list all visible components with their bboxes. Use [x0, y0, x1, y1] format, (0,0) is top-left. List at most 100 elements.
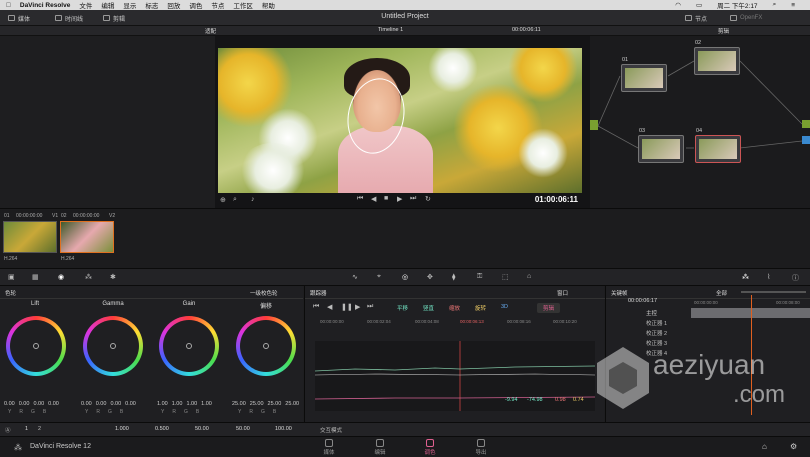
wifi-icon[interactable]: ◠: [675, 1, 681, 9]
gain-wheel-handle[interactable]: [186, 343, 192, 349]
check-zoom[interactable]: 缩放: [449, 304, 460, 312]
skip-end-icon[interactable]: ⏭: [410, 195, 416, 203]
lift-g[interactable]: 0.00: [33, 401, 44, 407]
menu-help[interactable]: 帮助: [262, 0, 275, 10]
deliver-page-tab[interactable]: 导出: [466, 439, 496, 456]
track-backward-icon[interactable]: ⏮: [313, 303, 319, 311]
interactive-mode-toggle[interactable]: 交互模式: [320, 426, 342, 434]
sizing-icon[interactable]: ⬚: [502, 273, 509, 281]
contrast-value[interactable]: 1.000: [115, 426, 129, 432]
media-page-tab[interactable]: 媒体: [314, 439, 344, 456]
offset-b[interactable]: 25.00: [285, 401, 299, 407]
battery-icon[interactable]: ▭: [696, 1, 702, 9]
play-reverse-icon[interactable]: ◀: [371, 195, 376, 203]
track-forward-icon[interactable]: ▶: [355, 303, 360, 311]
openfx-button[interactable]: OpenFX: [730, 10, 762, 26]
check-pan[interactable]: 平移: [397, 304, 408, 312]
lum-mix-value[interactable]: 100.00: [275, 426, 292, 432]
lift-r[interactable]: 0.00: [19, 401, 30, 407]
timeline-button[interactable]: 时间线: [55, 10, 83, 26]
fit-dropdown[interactable]: 适配: [205, 27, 216, 35]
video-frame[interactable]: [218, 48, 582, 193]
color-page-tab[interactable]: 调色: [415, 439, 445, 456]
tracker-graph[interactable]: -9.94 -74.98 0.98 0.74: [314, 341, 596, 411]
loop-icon[interactable]: ↻: [425, 195, 431, 203]
node-output-1[interactable]: [802, 120, 810, 128]
lift-b[interactable]: 0.00: [48, 401, 59, 407]
lift-y[interactable]: 0.00: [4, 401, 15, 407]
offset-wheel[interactable]: [236, 316, 296, 376]
wheels-mode-dropdown[interactable]: 一级校色轮: [250, 289, 278, 297]
clip-mode-button[interactable]: 剪辑: [537, 303, 561, 313]
gamma-y[interactable]: 0.00: [81, 401, 92, 407]
offset-y[interactable]: 25.00: [232, 401, 246, 407]
node-input[interactable]: [590, 120, 598, 130]
gain-wheel[interactable]: [159, 316, 219, 376]
camera-raw-icon[interactable]: ▣: [8, 273, 15, 281]
auto-balance-icon[interactable]: Ⓐ: [5, 426, 11, 434]
color-wheels-icon[interactable]: ◉: [58, 273, 64, 281]
node-01[interactable]: 01: [621, 57, 667, 92]
offset-wheel-handle[interactable]: [263, 343, 269, 349]
3d-icon[interactable]: ⌂: [527, 273, 531, 280]
row-corrector-3[interactable]: 校正器 3: [646, 339, 667, 347]
gamma-b[interactable]: 0.00: [125, 401, 136, 407]
gamma-g[interactable]: 0.00: [110, 401, 121, 407]
menu-edit[interactable]: 编辑: [101, 0, 114, 10]
color-match-icon[interactable]: ▦: [32, 273, 39, 281]
clip-2[interactable]: 02 00:00:00:00 V2 H.264: [60, 213, 115, 262]
menu-color[interactable]: 调色: [189, 0, 202, 10]
clip-mode-dropdown[interactable]: 剪辑: [718, 27, 729, 35]
row-corrector-2[interactable]: 校正器 2: [646, 329, 667, 337]
menu-workspace[interactable]: 工作区: [233, 0, 253, 10]
window-icon[interactable]: ◎: [402, 273, 408, 281]
tracker-icon[interactable]: ⊕: [220, 196, 226, 204]
scopes-icon[interactable]: ⌇: [767, 273, 770, 281]
zoom-icon[interactable]: ⌕: [233, 196, 237, 204]
timeline-dropdown[interactable]: Timeline 1: [378, 27, 403, 33]
node-output-2[interactable]: [802, 136, 810, 144]
track-end-icon[interactable]: ⏭: [367, 303, 373, 311]
menu-file[interactable]: 文件: [79, 0, 92, 10]
home-icon[interactable]: ⌂: [762, 442, 767, 451]
menu-view[interactable]: 显示: [123, 0, 136, 10]
volume-icon[interactable]: ♪: [251, 196, 255, 203]
menu-app[interactable]: DaVinci Resolve: [20, 2, 70, 9]
gain-g[interactable]: 1.00: [186, 401, 197, 407]
tracker-tab-icon[interactable]: ✥: [427, 273, 433, 281]
gamma-wheel[interactable]: [83, 316, 143, 376]
key-icon[interactable]: ⚿: [477, 273, 482, 281]
gamma-r[interactable]: 0.00: [96, 401, 107, 407]
menu-nodes[interactable]: 节点: [211, 0, 224, 10]
check-3d[interactable]: 3D: [501, 304, 508, 310]
menu-playback[interactable]: 回放: [167, 0, 180, 10]
lift-wheel[interactable]: [6, 316, 66, 376]
tracker-window-dropdown[interactable]: 窗口: [557, 289, 568, 297]
rgb-mixer-icon[interactable]: ⁂: [85, 273, 92, 281]
media-pool-button[interactable]: 媒体: [8, 10, 30, 26]
keyframes-playhead[interactable]: [751, 295, 752, 415]
qualifier-icon[interactable]: ⌖: [377, 273, 381, 281]
list-icon[interactable]: ≡: [791, 2, 795, 9]
row-corrector-1[interactable]: 校正器 1: [646, 319, 667, 327]
pivot-value[interactable]: 0.500: [155, 426, 169, 432]
offset-g[interactable]: 25.00: [268, 401, 282, 407]
clock[interactable]: 周二 下午2:17: [717, 0, 757, 10]
check-tilt[interactable]: 竖直: [423, 304, 434, 312]
gamma-wheel-handle[interactable]: [110, 343, 116, 349]
edit-page-tab[interactable]: 编辑: [365, 439, 395, 456]
nodes-button[interactable]: 节点: [685, 10, 707, 26]
check-rotate[interactable]: 旋转: [475, 304, 486, 312]
node-02[interactable]: 02: [694, 40, 740, 75]
blur-icon[interactable]: ⧫: [452, 273, 455, 281]
play-icon[interactable]: ▶: [397, 195, 402, 203]
track-pause-icon[interactable]: ❚❚: [341, 303, 353, 311]
lift-wheel-handle[interactable]: [33, 343, 39, 349]
keyframes-zoom-slider[interactable]: [741, 291, 806, 293]
search-icon[interactable]: ⌕: [773, 1, 777, 9]
keyframes-filter-dropdown[interactable]: 全部: [716, 289, 727, 297]
keyframes-icon[interactable]: ⁂: [742, 273, 749, 281]
page-1-button[interactable]: 1: [25, 426, 28, 432]
gain-r[interactable]: 1.00: [172, 401, 183, 407]
row-master[interactable]: 主控: [646, 309, 657, 317]
